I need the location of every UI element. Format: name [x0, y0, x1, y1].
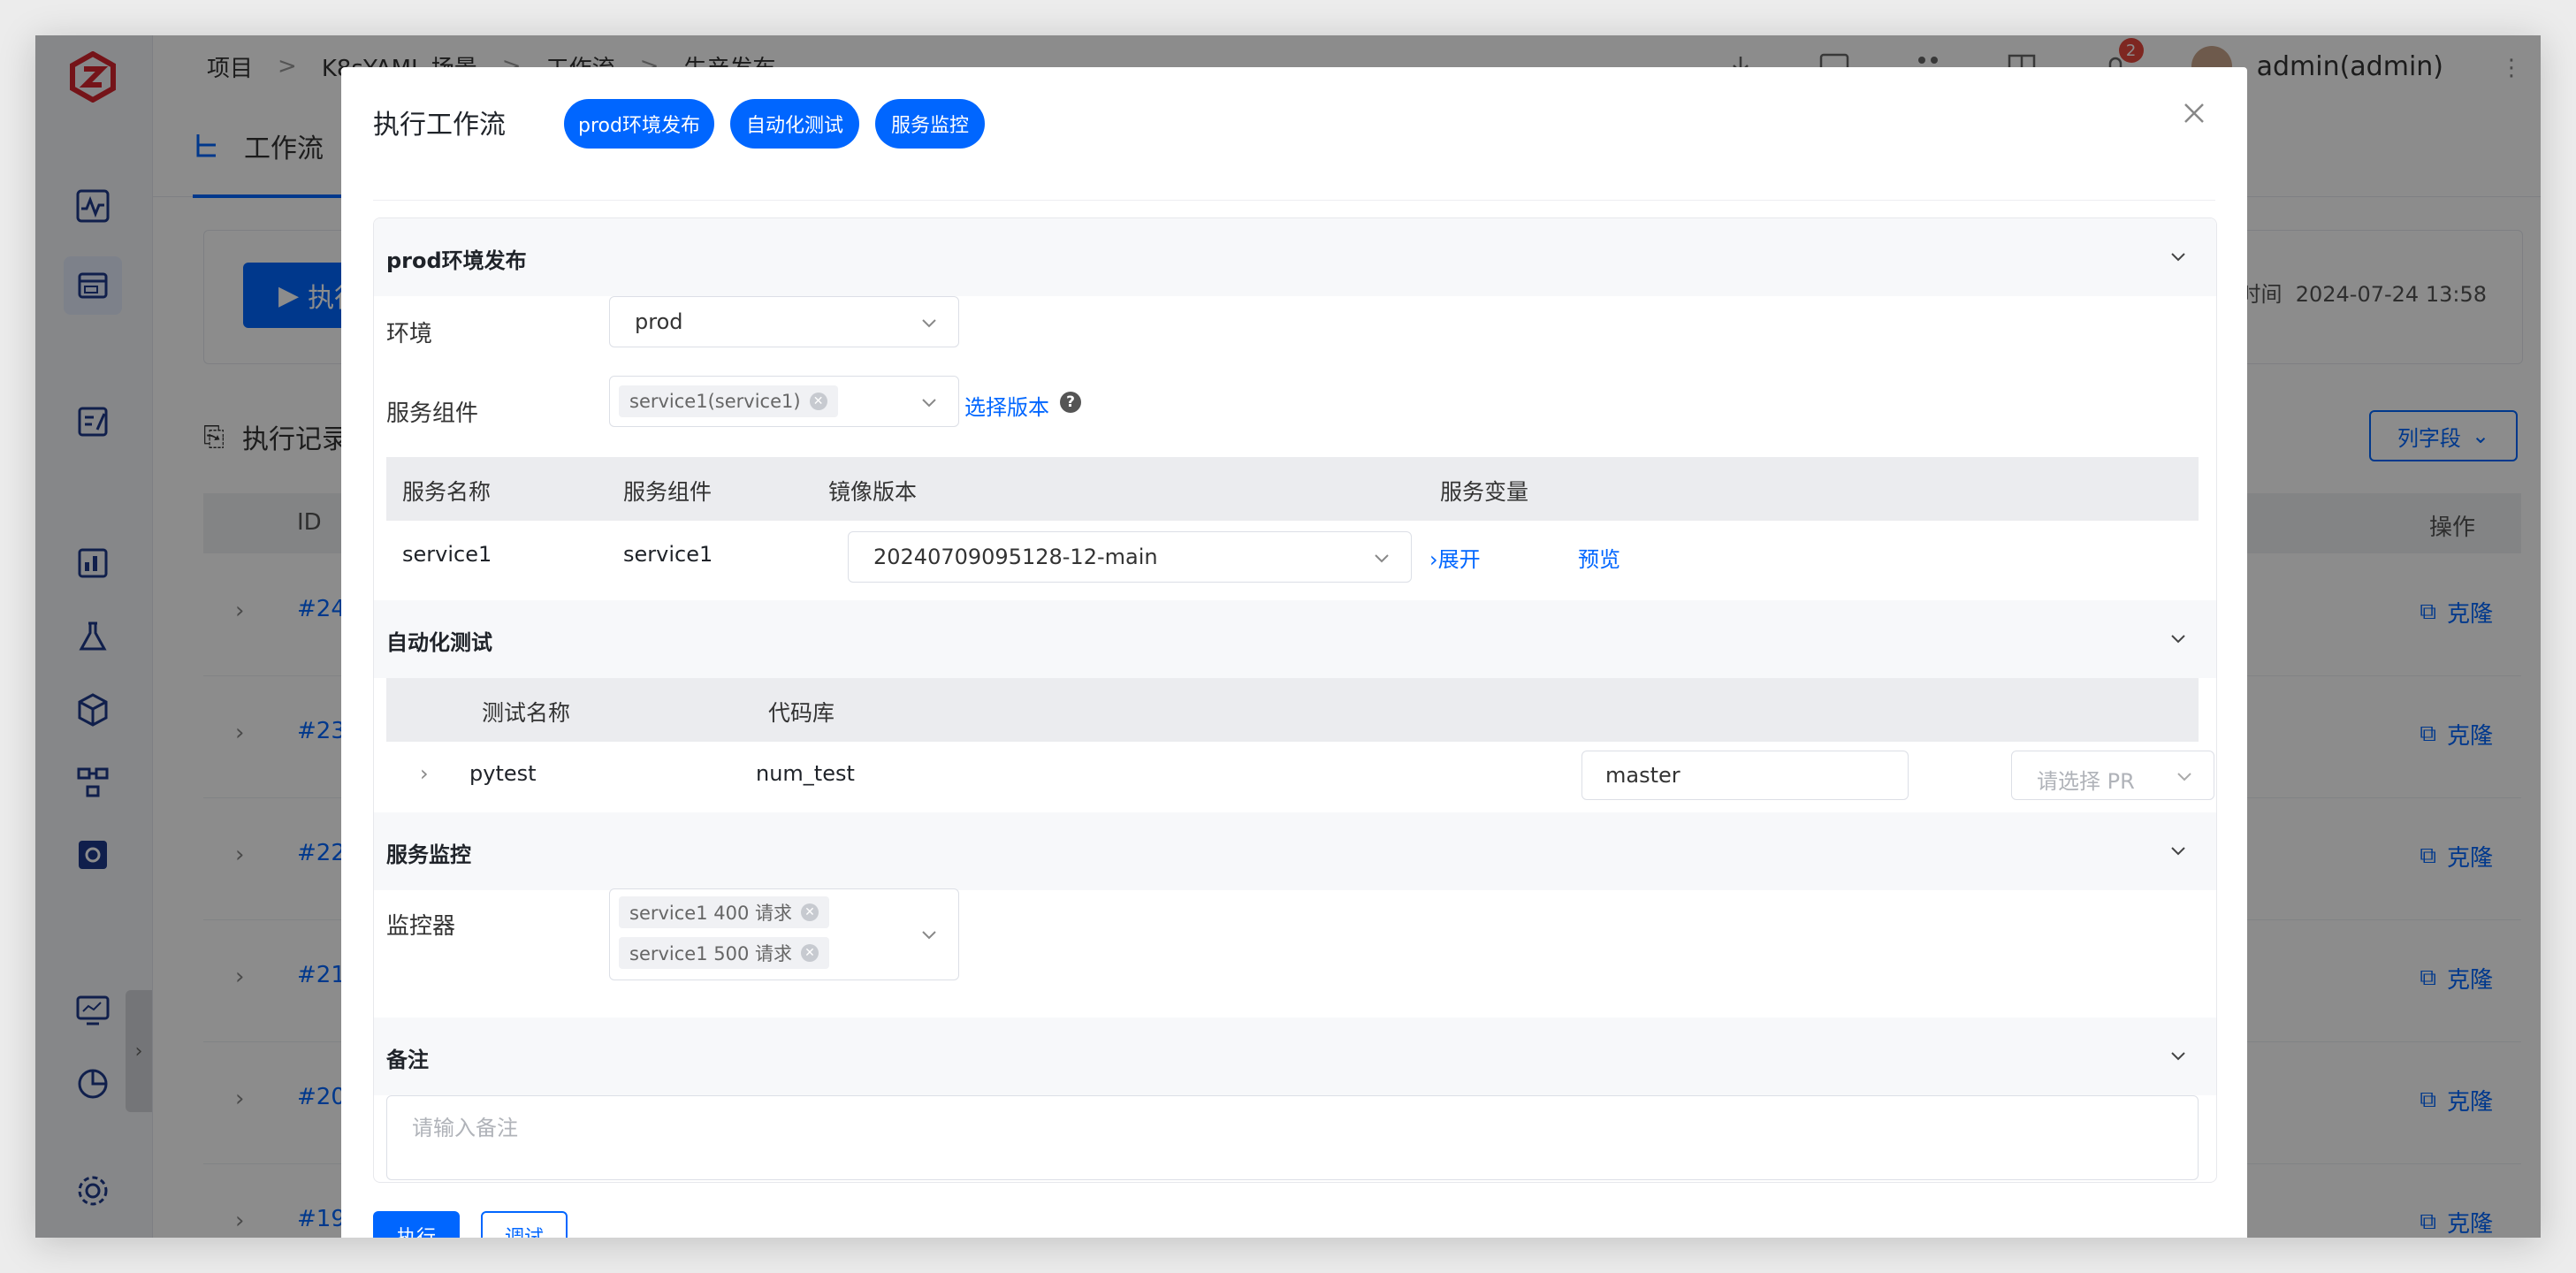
remark-placeholder: 请输入备注 [412, 1116, 518, 1140]
section-header-deploy[interactable]: prod环境发布 [374, 218, 2216, 296]
remark-textarea[interactable]: 请输入备注 [386, 1095, 2199, 1180]
chevron-down-icon [2171, 635, 2185, 644]
column-header: 服务组件 [623, 479, 713, 505]
section-header-monitor[interactable]: 服务监控 [374, 812, 2216, 890]
monitor-tag: service1 400 请求 ✕ [619, 896, 830, 928]
debug-button[interactable]: 调试 [481, 1211, 568, 1238]
service-name-cell: service1 [402, 542, 492, 567]
help-icon[interactable]: ? [1060, 392, 1081, 413]
chevron-down-icon [922, 399, 936, 408]
chevron-right-icon: › [1429, 547, 1438, 572]
dialog-title: 执行工作流 [373, 110, 506, 141]
env-label: 环境 [386, 321, 433, 347]
column-header: 镜像版本 [828, 479, 918, 505]
chevron-down-icon [2177, 773, 2191, 781]
env-value: prod [635, 309, 683, 334]
pr-placeholder: 请选择 PR [2037, 769, 2135, 794]
run-button[interactable]: 执行 [373, 1211, 460, 1238]
component-select[interactable]: service1(service1) ✕ [609, 376, 959, 427]
autotest-table-header: 测试名称 代码库 [386, 678, 2199, 742]
env-select[interactable]: prod [609, 296, 959, 347]
expand-row-icon[interactable]: › [420, 761, 429, 786]
chevron-down-icon [922, 319, 936, 328]
close-icon[interactable] [2180, 99, 2208, 127]
pr-select[interactable]: 请选择 PR [2011, 751, 2214, 800]
monitor-select[interactable]: service1 400 请求 ✕ service1 500 请求 ✕ [609, 888, 959, 980]
section-header-autotest[interactable]: 自动化测试 [374, 600, 2216, 678]
tag-close-icon[interactable]: ✕ [809, 393, 827, 410]
stage-pill-deploy[interactable]: prod环境发布 [564, 99, 714, 149]
tag-close-icon[interactable]: ✕ [801, 944, 819, 962]
dialog-divider [373, 200, 2215, 201]
image-version-select[interactable]: 20240709095128-12-main [848, 531, 1412, 583]
app-window: › 项目 > K8sYAML 场景 > 工作流 > 生产发布 [35, 35, 2541, 1238]
image-version-value: 20240709095128-12-main [873, 545, 1158, 569]
column-header: 测试名称 [482, 700, 571, 726]
column-header: 代码库 [768, 700, 835, 726]
tag-close-icon[interactable]: ✕ [801, 903, 819, 921]
stage-pill-monitor[interactable]: 服务监控 [875, 99, 985, 149]
section-title: 自动化测试 [386, 630, 492, 655]
column-header: 服务名称 [402, 479, 492, 505]
chevron-down-icon [2171, 253, 2185, 262]
chevron-down-icon [2171, 847, 2185, 856]
monitor-tag: service1 500 请求 ✕ [619, 937, 830, 969]
preview-link[interactable]: 预览 [1578, 542, 1620, 573]
select-version-link[interactable]: 选择版本 [964, 390, 1049, 421]
section-header-remark[interactable]: 备注 [374, 1018, 2216, 1095]
section-title: prod环境发布 [386, 248, 527, 273]
test-name-cell: pytest [469, 761, 537, 786]
column-header: 服务变量 [1440, 479, 1529, 505]
dialog-body: prod环境发布 环境 prod 服务组件 service1(service1)… [373, 217, 2217, 1183]
component-label: 服务组件 [386, 400, 479, 427]
section-title: 备注 [386, 1048, 429, 1072]
chevron-down-icon [2171, 1052, 2185, 1061]
chevron-down-icon [1375, 554, 1389, 563]
service-component-cell: service1 [623, 542, 713, 567]
repo-cell: num_test [756, 761, 855, 786]
section-title: 服务监控 [386, 842, 471, 867]
expand-vars-link[interactable]: ›展开 [1429, 542, 1481, 573]
branch-input[interactable]: master [1581, 751, 1909, 800]
stage-pill-autotest[interactable]: 自动化测试 [730, 99, 859, 149]
run-workflow-dialog: 执行工作流 prod环境发布 自动化测试 服务监控 prod环境发布 环境 pr… [341, 67, 2247, 1238]
chevron-down-icon [922, 931, 936, 940]
monitor-label: 监控器 [386, 913, 456, 940]
deploy-table-header: 服务名称 服务组件 镜像版本 服务变量 [386, 457, 2199, 521]
component-tag: service1(service1) ✕ [619, 385, 838, 417]
